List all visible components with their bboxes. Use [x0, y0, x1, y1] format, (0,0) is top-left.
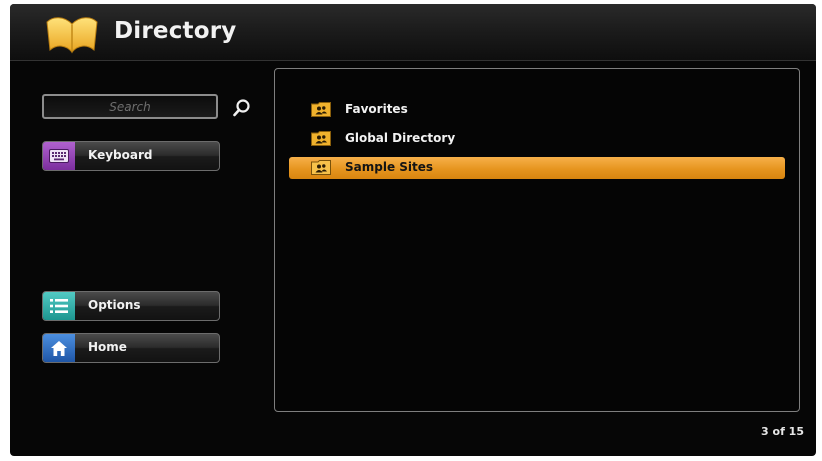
contacts-folder-icon [311, 131, 331, 146]
list-icon [43, 292, 75, 320]
open-book-icon [46, 17, 98, 54]
list-item-favorites[interactable]: Favorites [289, 99, 785, 121]
home-icon [43, 334, 75, 362]
options-button-label: Options [88, 298, 141, 312]
list-item-sample-sites[interactable]: Sample Sites [289, 157, 785, 179]
page-title: Directory [114, 18, 237, 44]
keyboard-button-label: Keyboard [88, 148, 153, 162]
home-button-label: Home [88, 340, 127, 354]
home-button[interactable]: Home [42, 333, 220, 363]
contacts-folder-icon [311, 102, 331, 117]
search-field[interactable] [42, 94, 218, 119]
contacts-folder-icon [311, 160, 331, 175]
search-input[interactable] [44, 96, 216, 118]
options-button[interactable]: Options [42, 291, 220, 321]
list-item-global-directory[interactable]: Global Directory [289, 128, 785, 150]
directory-list: Favorites Global Directory Sample Sites [274, 68, 800, 412]
pagination-indicator: 3 of 15 [761, 425, 804, 438]
keyboard-button[interactable]: Keyboard [42, 141, 220, 171]
list-item-label: Global Directory [345, 131, 456, 145]
title-bar: Directory [10, 4, 816, 61]
search-icon[interactable] [232, 98, 252, 118]
directory-screen: Directory Keyboard [10, 4, 816, 456]
list-item-label: Sample Sites [345, 160, 434, 174]
keyboard-icon [43, 142, 75, 170]
list-item-label: Favorites [345, 102, 408, 116]
